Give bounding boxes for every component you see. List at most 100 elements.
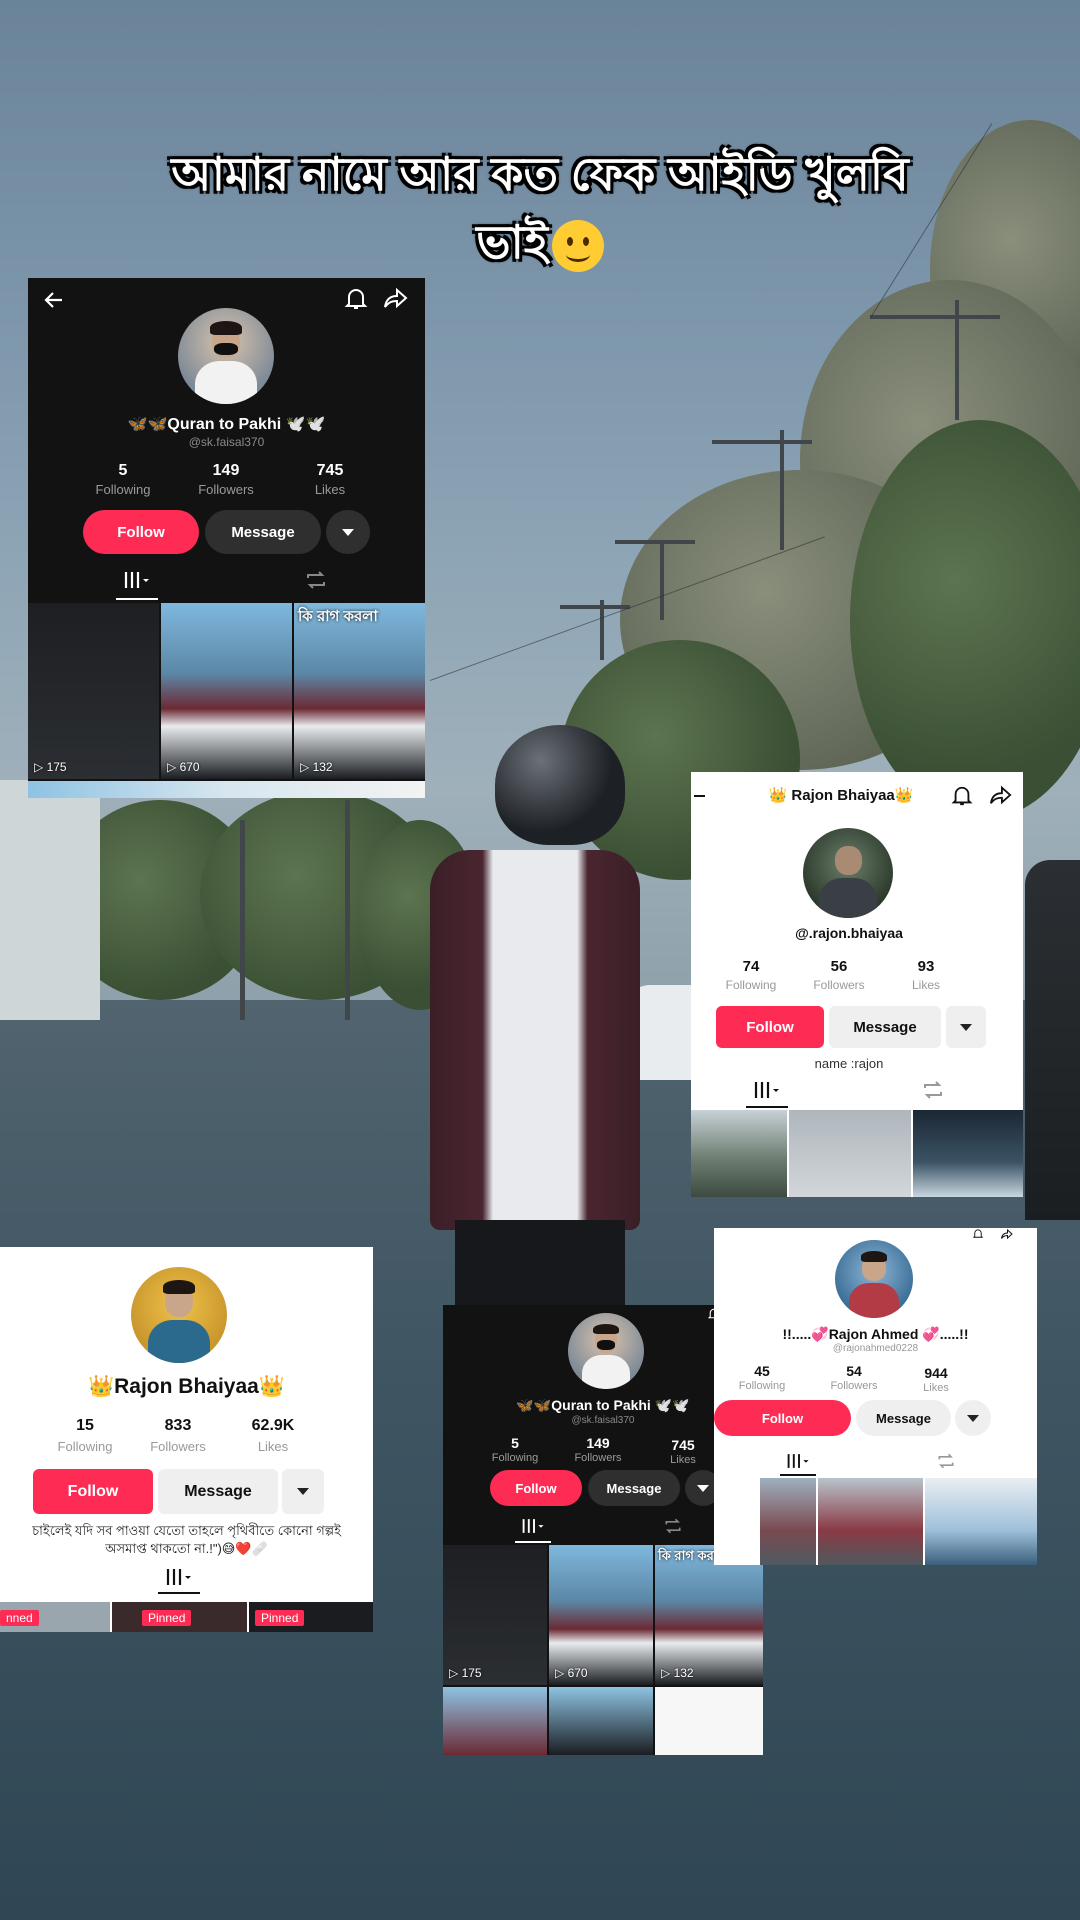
follow-button[interactable]: Follow xyxy=(716,1006,824,1048)
message-button[interactable]: Message xyxy=(856,1400,951,1436)
bell-icon[interactable] xyxy=(951,784,973,808)
active-tab-indicator xyxy=(780,1474,816,1476)
following-count[interactable]: 5 xyxy=(485,1435,545,1451)
message-button[interactable]: Message xyxy=(829,1006,941,1048)
video-thumbnail[interactable] xyxy=(818,1478,923,1565)
video-thumbnail[interactable]: কি রাগ করলা ▷ 132 xyxy=(655,1545,763,1685)
follow-button[interactable]: Follow xyxy=(83,510,199,554)
avatar[interactable] xyxy=(803,828,893,918)
view-count: ▷ 670 xyxy=(555,1666,588,1680)
chevron-down-icon xyxy=(967,1414,979,1422)
video-thumbnail[interactable] xyxy=(691,1110,787,1197)
view-count: ▷ 132 xyxy=(300,760,333,774)
followers-count[interactable]: 149 xyxy=(568,1435,628,1451)
message-button[interactable]: Message xyxy=(205,510,321,554)
bell-icon[interactable] xyxy=(969,1228,987,1240)
following-label: Following xyxy=(491,1452,539,1464)
pinned-badge: Pinned xyxy=(142,1610,192,1626)
bell-icon[interactable] xyxy=(344,286,368,312)
followers-count[interactable]: 833 xyxy=(138,1417,218,1435)
more-dropdown-button[interactable] xyxy=(946,1006,986,1048)
profile-card-rajon-left: 👑Rajon Bhaiyaa👑 15 Following 833 Followe… xyxy=(0,1247,373,1632)
video-thumbnail[interactable]: কি রাগ করলা ▷ 132 xyxy=(294,603,425,779)
grid-tab-icon[interactable] xyxy=(786,1452,812,1470)
message-button[interactable]: Message xyxy=(158,1469,278,1514)
video-thumbnail[interactable]: ▷ 670 xyxy=(161,603,292,779)
video-thumbnail[interactable] xyxy=(913,1110,1023,1197)
avatar[interactable] xyxy=(835,1240,913,1318)
video-thumbnail[interactable] xyxy=(760,1478,816,1565)
profile-card-rajon-ahmed: !!.....💞Rajon Ahmed 💞.....!! @rajonahmed… xyxy=(714,1228,1037,1565)
video-thumbnail[interactable] xyxy=(443,1687,547,1755)
likes-label: Likes xyxy=(257,1439,289,1454)
view-count: ▷ 175 xyxy=(34,760,67,774)
repost-tab-icon[interactable] xyxy=(936,1452,956,1470)
username: @.rajon.bhaiyaa xyxy=(795,925,903,941)
video-thumbnail[interactable]: nned xyxy=(0,1602,110,1632)
avatar[interactable] xyxy=(568,1313,644,1389)
likes-count: 62.9K xyxy=(251,1417,295,1434)
likes-label: Likes xyxy=(670,1454,696,1466)
back-arrow-icon[interactable] xyxy=(42,288,66,312)
repost-tab-icon[interactable] xyxy=(921,1080,945,1100)
likes-label: Likes xyxy=(314,482,346,497)
follow-button[interactable]: Follow xyxy=(490,1470,582,1506)
active-tab-indicator xyxy=(515,1541,551,1543)
share-icon[interactable] xyxy=(989,784,1013,806)
caption-line-2: ভাই xyxy=(476,216,548,268)
display-name: 🦋🦋Quran to Pakhi 🕊️🕊️ xyxy=(127,416,326,433)
video-thumbnail[interactable]: Pinned xyxy=(112,1602,247,1632)
pinned-badge: nned xyxy=(0,1610,39,1626)
avatar[interactable] xyxy=(178,308,274,404)
pinned-badge: Pinned xyxy=(255,1610,305,1626)
username: @sk.faisal370 xyxy=(188,435,265,449)
following-count[interactable]: 5 xyxy=(83,462,163,480)
thumbnail-caption: কি রাগ করলা xyxy=(298,608,378,625)
grid-tab-icon[interactable] xyxy=(753,1080,783,1100)
follow-button[interactable]: Follow xyxy=(714,1400,851,1436)
bio: চাইলেই যদি সব পাওয়া যেতো তাহলে পৃথিবীতে… xyxy=(32,1523,341,1556)
likes-count: 93 xyxy=(917,958,935,975)
share-icon[interactable] xyxy=(383,286,409,310)
message-button[interactable]: Message xyxy=(588,1470,680,1506)
bystander xyxy=(1025,860,1080,1220)
repost-tab-icon[interactable] xyxy=(304,570,328,590)
follow-button[interactable]: Follow xyxy=(33,1469,153,1514)
followers-count[interactable]: 54 xyxy=(824,1363,884,1379)
following-count[interactable]: 45 xyxy=(732,1363,792,1379)
active-tab-indicator xyxy=(746,1106,788,1108)
video-thumbnail[interactable] xyxy=(789,1110,911,1197)
more-dropdown-button[interactable] xyxy=(955,1400,991,1436)
utility-pole xyxy=(660,540,664,620)
back-arrow-icon[interactable] xyxy=(693,786,707,806)
video-thumbnail[interactable]: ▷ 175 xyxy=(443,1545,547,1685)
followers-count[interactable]: 56 xyxy=(804,958,874,975)
chevron-down-icon xyxy=(697,1484,709,1492)
followers-label: Followers xyxy=(150,1439,206,1454)
video-thumbnail[interactable]: Pinned xyxy=(249,1602,373,1632)
video-thumbnail[interactable] xyxy=(655,1687,763,1755)
grid-tab-icon[interactable] xyxy=(165,1567,195,1587)
video-thumbnail[interactable]: ▷ 670 xyxy=(549,1545,653,1685)
video-thumbnail[interactable]: ▷ 175 xyxy=(28,603,159,779)
grid-tab-icon[interactable] xyxy=(521,1517,547,1535)
grid-tab-icon[interactable] xyxy=(123,570,153,590)
share-icon[interactable] xyxy=(997,1228,1017,1240)
more-dropdown-button[interactable] xyxy=(282,1469,324,1514)
utility-pole xyxy=(615,540,695,544)
profile-card-quran-top: 🦋🦋Quran to Pakhi 🕊️🕊️ @sk.faisal370 5 Fo… xyxy=(28,278,425,798)
repost-tab-icon[interactable] xyxy=(663,1517,683,1535)
video-thumbnail[interactable] xyxy=(925,1478,1037,1565)
likes-label: Likes xyxy=(911,978,940,992)
followers-count[interactable]: 149 xyxy=(186,462,266,480)
avatar[interactable] xyxy=(131,1267,227,1363)
view-count: ▷ 132 xyxy=(661,1666,694,1680)
caption: আমার নামে আর কত ফেক আইডি খুলবি ভাই xyxy=(60,140,1020,276)
view-count: ▷ 670 xyxy=(167,760,200,774)
video-thumbnail[interactable] xyxy=(549,1687,653,1755)
following-count[interactable]: 15 xyxy=(45,1417,125,1435)
display-name: 👑Rajon Bhaiyaa👑 xyxy=(87,1375,285,1398)
more-dropdown-button[interactable] xyxy=(326,510,370,554)
following-count[interactable]: 74 xyxy=(716,958,786,975)
likes-count: 745 xyxy=(671,1437,695,1453)
